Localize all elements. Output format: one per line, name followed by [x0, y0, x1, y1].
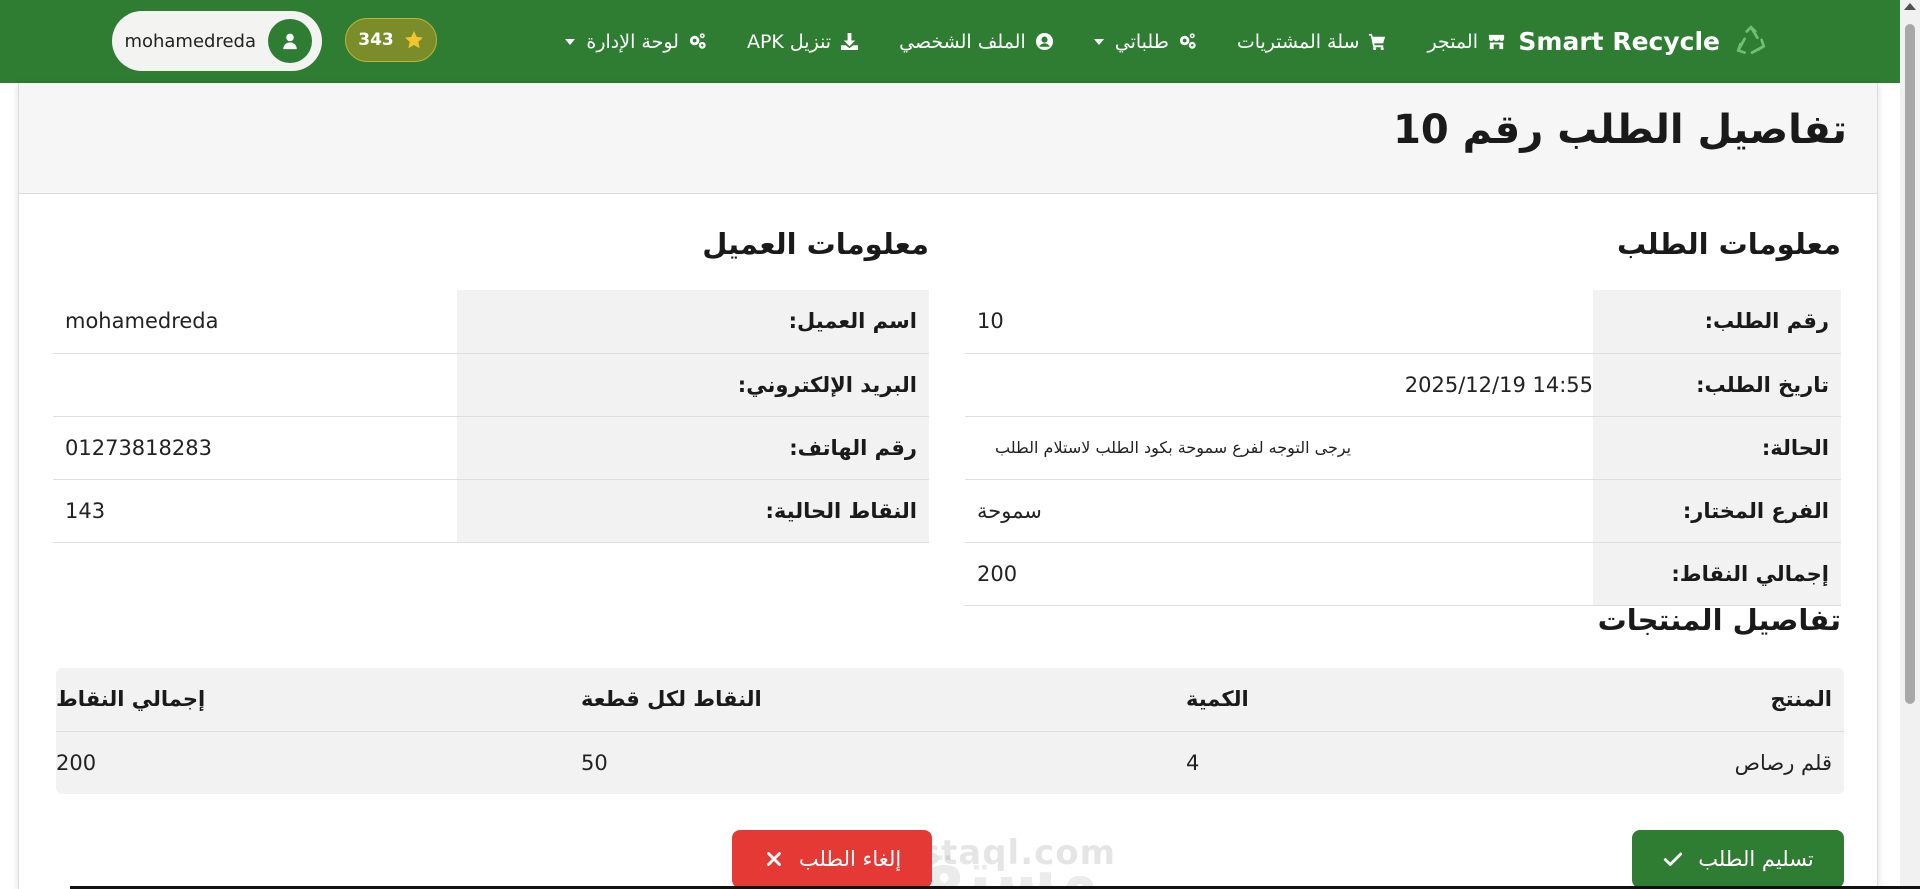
total-points-cell: 200	[56, 750, 97, 775]
phone-label: رقم الهاتف:	[457, 416, 929, 480]
points-count: 343	[358, 30, 394, 50]
nav-link-my-orders[interactable]: طلباتي	[1093, 30, 1197, 53]
nav-link-admin[interactable]: لوحة الإدارة	[565, 31, 707, 53]
table-row: الحالة: يرجى التوجه لفرع سموحة بكود الطل…	[965, 416, 1841, 480]
customer-name-value: mohamedreda	[53, 290, 457, 354]
order-number-value: 10	[965, 290, 1593, 354]
column-header-product: المنتج	[1472, 668, 1844, 732]
nav-link-cart[interactable]: سلة المشتريات	[1237, 31, 1388, 53]
nav-link-label: تنزيل APK	[746, 30, 832, 53]
email-value	[53, 353, 457, 417]
nav-link-label: سلة المشتريات	[1236, 30, 1360, 53]
store-icon	[1487, 32, 1506, 51]
nav-links: المتجر سلة المشتريات طلباتي الملف الشخصي	[565, 0, 1506, 83]
gears-icon	[688, 32, 707, 51]
customer-info-table: اسم العميل: mohamedreda البريد الإلكترون…	[53, 290, 929, 543]
user-icon	[283, 33, 297, 50]
table-row: البريد الإلكتروني:	[53, 353, 929, 417]
order-info-table: رقم الطلب: 10 تاريخ الطلب: 2025/12/19 14…	[965, 290, 1841, 606]
order-number-label: رقم الطلب:	[1593, 290, 1841, 354]
table-row: إجمالي النقاط: 200	[965, 542, 1841, 606]
column-header-total-points: إجمالي النقاط	[56, 668, 569, 732]
chevron-down-icon	[1093, 38, 1104, 45]
column-header-quantity: الكمية	[1174, 668, 1472, 732]
branch-label: الفرع المختار:	[1593, 479, 1841, 543]
table-row: النقاط الحالية: 143	[53, 479, 929, 543]
nav-link-store[interactable]: المتجر	[1427, 31, 1506, 53]
status-value: يرجى التوجه لفرع سموحة بكود الطلب لاستلا…	[965, 416, 1593, 480]
total-points-value: 200	[965, 542, 1593, 606]
customer-name-label: اسم العميل:	[457, 290, 929, 354]
table-row: قلم رصاص 4 50 200	[56, 731, 1844, 794]
avatar	[268, 19, 312, 63]
order-date-label: تاريخ الطلب:	[1593, 353, 1841, 417]
card-header: تفاصيل الطلب رقم 10	[19, 83, 1877, 194]
top-navbar: Smart Recycle المتجر سلة المشتريات طلبات…	[0, 0, 1900, 83]
products-table: المنتج الكمية النقاط لكل قطعة إجمالي الن…	[56, 668, 1844, 794]
user-circle-icon	[1035, 32, 1054, 51]
star-icon	[404, 30, 424, 50]
table-row: اسم العميل: mohamedreda	[53, 290, 929, 354]
brand[interactable]: Smart Recycle	[1518, 0, 1768, 83]
nav-link-profile[interactable]: الملف الشخصي	[899, 31, 1054, 53]
quantity-cell: 4	[1186, 750, 1200, 775]
brand-name: Smart Recycle	[1518, 27, 1720, 56]
scrollbar-thumb[interactable]	[1905, 24, 1915, 704]
email-label: البريد الإلكتروني:	[457, 353, 929, 417]
order-details-card: تفاصيل الطلب رقم 10 معلومات الطلب رقم ال…	[18, 83, 1878, 889]
scroll-up-arrow-icon[interactable]	[1904, 3, 1916, 10]
nav-link-label: لوحة الإدارة	[586, 30, 679, 53]
table-row: تاريخ الطلب: 2025/12/19 14:55	[965, 353, 1841, 417]
check-icon	[1662, 848, 1684, 870]
username: mohamedreda	[124, 30, 256, 52]
deliver-order-label: تسليم الطلب	[1698, 847, 1814, 871]
total-points-label: إجمالي النقاط:	[1593, 542, 1841, 606]
cancel-order-button[interactable]: إلغاء الطلب	[732, 830, 932, 888]
status-label: الحالة:	[1593, 416, 1841, 480]
nav-link-label: الملف الشخصي	[899, 30, 1026, 53]
column-header-points-per-item: النقاط لكل قطعة	[569, 668, 1174, 732]
order-info-heading: معلومات الطلب	[1616, 227, 1841, 261]
branch-value: سموحة	[965, 479, 1593, 543]
close-icon	[763, 848, 785, 870]
products-heading: تفاصيل المنتجات	[1597, 603, 1841, 637]
phone-value: 01273818283	[53, 416, 457, 480]
order-date-value: 2025/12/19 14:55	[965, 353, 1593, 417]
cart-icon	[1368, 32, 1387, 51]
current-points-value: 143	[53, 479, 457, 543]
table-row: رقم الطلب: 10	[965, 290, 1841, 354]
download-icon	[840, 32, 859, 51]
gears-icon	[1178, 32, 1197, 51]
nav-link-label: المتجر	[1427, 30, 1478, 53]
cancel-order-label: إلغاء الطلب	[798, 847, 902, 871]
customer-info-heading: معلومات العميل	[702, 227, 929, 261]
points-badge[interactable]: 343	[345, 18, 437, 62]
page-title: تفاصيل الطلب رقم 10	[1393, 107, 1847, 153]
nav-link-label: طلباتي	[1114, 30, 1169, 53]
table-row: الفرع المختار: سموحة	[965, 479, 1841, 543]
chevron-down-icon	[565, 38, 576, 45]
table-row: رقم الهاتف: 01273818283	[53, 416, 929, 480]
recycle-icon	[1734, 25, 1768, 59]
deliver-order-button[interactable]: تسليم الطلب	[1632, 830, 1844, 888]
scrollbar[interactable]	[1900, 0, 1920, 889]
user-menu[interactable]: mohamedreda	[112, 11, 322, 71]
product-name-cell: قلم رصاص	[1734, 750, 1832, 775]
current-points-label: النقاط الحالية:	[457, 479, 929, 543]
table-header-row: المنتج الكمية النقاط لكل قطعة إجمالي الن…	[56, 668, 1844, 732]
nav-link-download-apk[interactable]: تنزيل APK	[747, 31, 859, 53]
points-per-item-cell: 50	[581, 750, 608, 775]
